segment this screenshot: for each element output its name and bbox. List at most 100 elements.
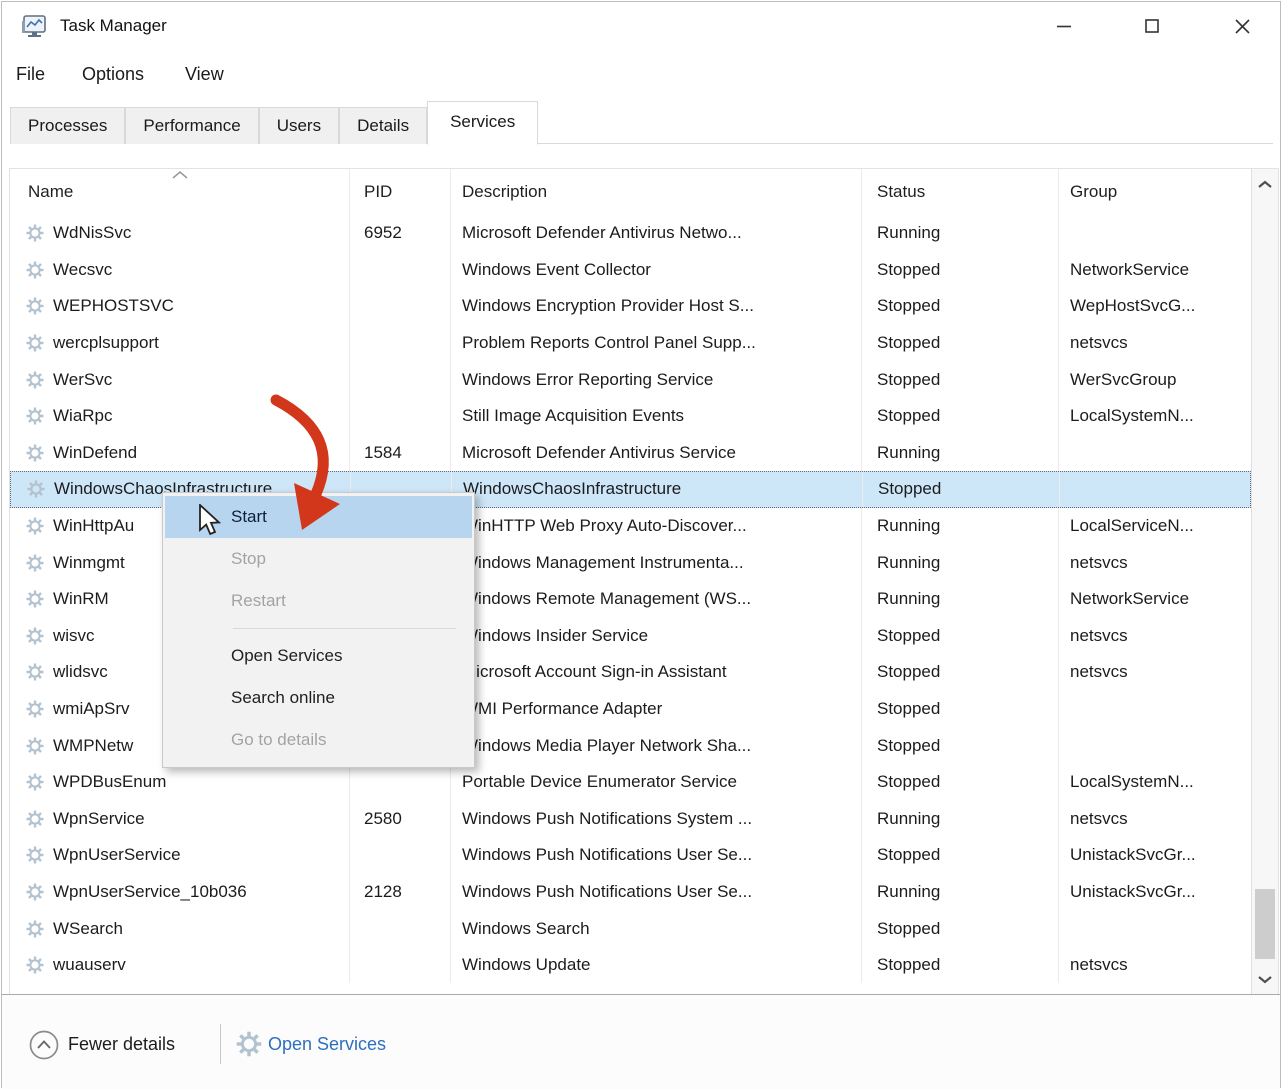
service-gear-icon bbox=[26, 517, 44, 535]
table-row[interactable]: WinDefend 1584 Microsoft Defender Antivi… bbox=[10, 435, 1251, 472]
footer-bar bbox=[2, 994, 1280, 1089]
service-group: WerSvcGroup bbox=[1059, 361, 1251, 398]
service-group: LocalSystemN... bbox=[1059, 398, 1251, 435]
close-button[interactable] bbox=[1218, 8, 1266, 44]
service-description: Microsoft Defender Antivirus Netwo... bbox=[451, 215, 862, 252]
table-row[interactable]: WpnUserService_10b036 2128 Windows Push … bbox=[10, 874, 1251, 911]
service-pid bbox=[350, 764, 451, 801]
service-description: Windows Update bbox=[451, 947, 862, 984]
service-description: Problem Reports Control Panel Supp... bbox=[451, 325, 862, 362]
menu-item-open-services[interactable]: Open Services bbox=[165, 635, 472, 677]
vertical-scrollbar[interactable] bbox=[1251, 169, 1278, 994]
service-group: NetworkService bbox=[1059, 581, 1251, 618]
menu-item-start[interactable]: Start bbox=[165, 496, 472, 538]
fewer-details-toggle[interactable]: Fewer details bbox=[68, 1034, 175, 1055]
service-pid: 2580 bbox=[350, 801, 451, 838]
table-row[interactable]: wercplsupport Problem Reports Control Pa… bbox=[10, 325, 1251, 362]
service-description: WinHTTP Web Proxy Auto-Discover... bbox=[451, 508, 862, 545]
service-name: WerSvc bbox=[53, 370, 112, 390]
table-row[interactable]: WdNisSvc 6952 Microsoft Defender Antivir… bbox=[10, 215, 1251, 252]
column-header-description[interactable]: Description bbox=[451, 169, 862, 215]
service-group bbox=[1059, 691, 1251, 728]
service-gear-icon bbox=[26, 590, 44, 608]
table-row[interactable]: WSearch Windows Search Stopped bbox=[10, 910, 1251, 947]
service-group: netsvcs bbox=[1059, 618, 1251, 655]
service-pid bbox=[350, 837, 451, 874]
open-services-gear-icon bbox=[236, 1031, 262, 1057]
service-name: Winmgmt bbox=[53, 553, 125, 573]
service-group bbox=[1059, 435, 1251, 472]
minimize-icon bbox=[1056, 18, 1072, 34]
menubar-item-file[interactable]: File bbox=[16, 54, 45, 94]
sort-ascending-icon bbox=[170, 170, 190, 180]
task-manager-window: Task Manager File Options View ProcessesPe… bbox=[1, 1, 1281, 1088]
menu-item-restart: Restart bbox=[165, 580, 472, 622]
service-description: Portable Device Enumerator Service bbox=[451, 764, 862, 801]
open-services-link[interactable]: Open Services bbox=[268, 1034, 386, 1055]
scroll-up-button[interactable] bbox=[1252, 171, 1278, 197]
service-gear-icon bbox=[26, 956, 44, 974]
service-name: WEPHOSTSVC bbox=[53, 296, 174, 316]
service-pid bbox=[350, 252, 451, 289]
service-gear-icon bbox=[26, 663, 44, 681]
scrollbar-thumb[interactable] bbox=[1255, 889, 1275, 959]
service-name: WiaRpc bbox=[53, 406, 113, 426]
service-gear-icon bbox=[26, 371, 44, 389]
service-name: wuauserv bbox=[53, 955, 126, 975]
service-pid bbox=[350, 398, 451, 435]
table-row[interactable]: WpnService 2580 Windows Push Notificatio… bbox=[10, 801, 1251, 838]
menu-item-search-online[interactable]: Search online bbox=[165, 677, 472, 719]
service-gear-icon bbox=[26, 700, 44, 718]
service-group bbox=[1060, 472, 1250, 507]
column-header-group[interactable]: Group bbox=[1059, 169, 1251, 215]
table-row[interactable]: WPDBusEnum Portable Device Enumerator Se… bbox=[10, 764, 1251, 801]
service-status: Stopped bbox=[862, 252, 1059, 289]
table-row[interactable]: WpnUserService Windows Push Notification… bbox=[10, 837, 1251, 874]
menubar-item-view[interactable]: View bbox=[185, 54, 224, 94]
menu-separator bbox=[233, 628, 456, 629]
service-description: Windows Media Player Network Sha... bbox=[451, 727, 862, 764]
service-description: Windows Encryption Provider Host S... bbox=[451, 288, 862, 325]
service-status: Stopped bbox=[863, 472, 1060, 507]
service-status: Stopped bbox=[862, 618, 1059, 655]
service-status: Running bbox=[862, 544, 1059, 581]
service-gear-icon bbox=[26, 334, 44, 352]
service-group: NetworkService bbox=[1059, 252, 1251, 289]
service-description: Windows Push Notifications User Se... bbox=[451, 874, 862, 911]
table-row[interactable]: wuauserv Windows Update Stopped netsvcs bbox=[10, 947, 1251, 984]
footer-divider bbox=[220, 1024, 221, 1064]
service-name: WpnUserService_10b036 bbox=[53, 882, 247, 902]
table-row[interactable]: WiaRpc Still Image Acquisition Events St… bbox=[10, 398, 1251, 435]
service-gear-icon bbox=[26, 920, 44, 938]
service-status: Stopped bbox=[862, 654, 1059, 691]
table-row[interactable]: Wecsvc Windows Event Collector Stopped N… bbox=[10, 252, 1251, 289]
service-gear-icon bbox=[26, 554, 44, 572]
minimize-button[interactable] bbox=[1040, 8, 1088, 44]
menubar-item-options[interactable]: Options bbox=[82, 54, 144, 94]
tab-users[interactable]: Users bbox=[259, 107, 339, 144]
service-gear-icon bbox=[26, 444, 44, 462]
maximize-button[interactable] bbox=[1128, 8, 1176, 44]
service-description: Windows Management Instrumenta... bbox=[451, 544, 862, 581]
service-name: WpnUserService bbox=[53, 845, 181, 865]
tab-services[interactable]: Services bbox=[427, 101, 538, 145]
service-status: Stopped bbox=[862, 764, 1059, 801]
table-row[interactable]: WEPHOSTSVC Windows Encryption Provider H… bbox=[10, 288, 1251, 325]
table-row[interactable]: WerSvc Windows Error Reporting Service S… bbox=[10, 361, 1251, 398]
column-header-status[interactable]: Status bbox=[862, 169, 1059, 215]
service-status: Stopped bbox=[862, 910, 1059, 947]
tab-processes[interactable]: Processes bbox=[10, 107, 125, 144]
service-description: Microsoft Defender Antivirus Service bbox=[451, 435, 862, 472]
title-bar: Task Manager bbox=[2, 2, 1280, 52]
column-header-pid[interactable]: PID bbox=[350, 169, 451, 215]
service-description: Windows Event Collector bbox=[451, 252, 862, 289]
menu-item-go-to-details: Go to details bbox=[165, 719, 472, 761]
service-gear-icon bbox=[26, 883, 44, 901]
tab-performance[interactable]: Performance bbox=[125, 107, 258, 144]
close-icon bbox=[1234, 18, 1251, 35]
tab-details[interactable]: Details bbox=[339, 107, 427, 144]
service-name: WSearch bbox=[53, 919, 123, 939]
scroll-down-button[interactable] bbox=[1252, 966, 1278, 992]
service-gear-icon bbox=[26, 810, 44, 828]
service-name: WinRM bbox=[53, 589, 109, 609]
